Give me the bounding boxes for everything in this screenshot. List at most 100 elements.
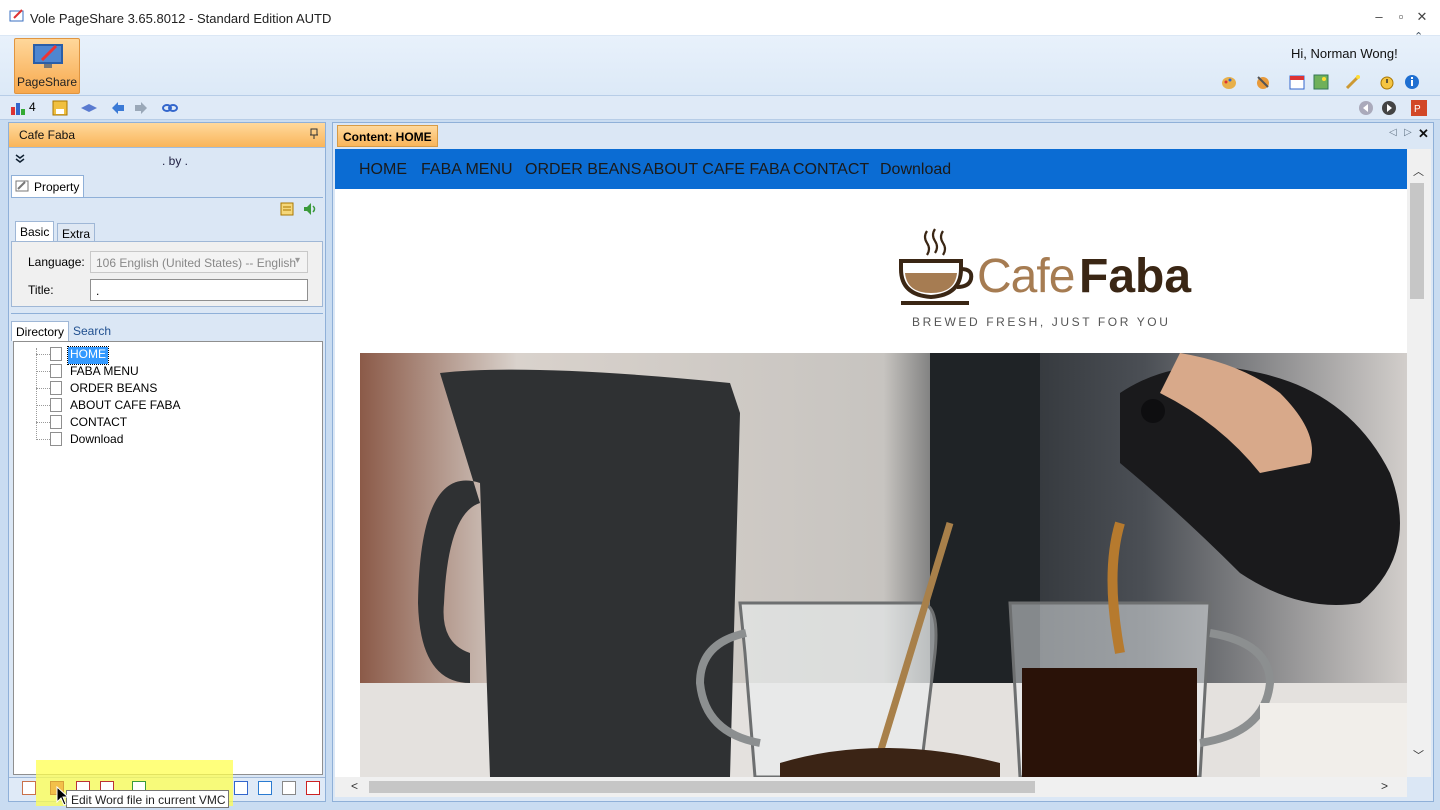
notes-icon[interactable] xyxy=(279,201,295,217)
info-icon[interactable] xyxy=(1404,73,1422,91)
stopwatch-icon[interactable] xyxy=(1378,73,1396,91)
tree-item[interactable]: FABA MENU xyxy=(68,364,141,381)
coffee-cup-logo-icon xyxy=(899,228,974,305)
site-author: . by . xyxy=(162,154,189,168)
site-stats-icon[interactable] xyxy=(10,100,26,116)
nav-link[interactable]: Download xyxy=(880,161,951,179)
scroll-thumb[interactable] xyxy=(1410,183,1424,299)
checklist-icon[interactable] xyxy=(234,781,248,795)
expand-chevron-icon[interactable] xyxy=(15,154,25,164)
scroll-left-icon[interactable]: < xyxy=(351,779,358,793)
dropdown-chevron-icon: ▾ xyxy=(295,255,301,266)
page-doc-icon xyxy=(50,398,62,412)
nav-link[interactable]: ORDER BEANS xyxy=(525,161,641,179)
tree-item[interactable]: HOME xyxy=(67,346,109,365)
tree-item[interactable]: ABOUT CAFE FABA xyxy=(68,398,182,415)
web-page-preview: HOME FABA MENU ORDER BEANS ABOUT CAFE FABA C… xyxy=(335,149,1407,777)
title-input[interactable]: . xyxy=(90,279,308,301)
calendar-icon[interactable] xyxy=(1288,73,1306,91)
property-toolbar xyxy=(11,197,323,219)
tree-connector xyxy=(36,405,50,406)
close-button[interactable]: ✕ xyxy=(1411,8,1433,26)
site-panel-header: Cafe Faba xyxy=(9,123,325,147)
tree-item[interactable]: Download xyxy=(68,432,125,449)
language-label: Language: xyxy=(28,255,85,269)
directory-tree: HOME FABA MENU ORDER BEANS ABOUT CAFE FABA C… xyxy=(13,341,323,775)
language-value: 106 English (United States) -- English xyxy=(96,256,297,270)
maximize-button[interactable]: ▫ xyxy=(1390,8,1412,26)
tab-extra[interactable]: Extra xyxy=(57,223,96,243)
scroll-up-icon[interactable]: ︿ xyxy=(1413,163,1424,179)
nav-link[interactable]: ABOUT CAFE FABA xyxy=(643,161,790,179)
page-doc-icon xyxy=(50,347,62,361)
prev-page-icon[interactable] xyxy=(1358,100,1374,116)
app-icon xyxy=(9,9,24,22)
hero-image xyxy=(360,353,1407,777)
tree-item[interactable]: CONTACT xyxy=(68,415,129,432)
next-page-icon[interactable] xyxy=(1381,100,1397,116)
page-doc-icon xyxy=(50,432,62,446)
logo-text-cafe: Cafe xyxy=(977,250,1075,303)
close-tab-icon[interactable]: ✕ xyxy=(1418,126,1429,142)
save-icon[interactable] xyxy=(52,100,68,116)
site-info-bar: . by . xyxy=(9,147,325,171)
tab-directory[interactable]: Directory xyxy=(11,321,70,341)
language-select[interactable]: 106 English (United States) -- English xyxy=(90,251,308,273)
tab-property[interactable]: Property xyxy=(11,175,84,197)
tab-scroll-left-icon[interactable]: ◁ xyxy=(1389,127,1397,138)
tab-directory-label: Directory xyxy=(16,325,65,339)
collapse-ribbon-button[interactable]: ⌃ xyxy=(1414,30,1423,43)
page-doc-icon xyxy=(50,381,62,395)
page-doc-icon xyxy=(50,415,62,429)
horizontal-scrollbar[interactable]: < > xyxy=(335,777,1407,797)
link-icon[interactable] xyxy=(162,100,178,116)
ribbon: PageShare ⌃ Hi, Norman Wong! xyxy=(0,31,1440,96)
page-icon[interactable] xyxy=(282,781,296,795)
tab-property-label: Property xyxy=(34,180,80,194)
wand-icon[interactable] xyxy=(1344,73,1362,91)
title-label: Title: xyxy=(28,283,54,297)
monitor-icon xyxy=(33,44,63,68)
tab-scroll-right-icon[interactable]: ▷ xyxy=(1404,127,1412,138)
user-greeting: Hi, Norman Wong! xyxy=(1291,46,1398,61)
pageshare-label: PageShare xyxy=(16,75,78,89)
site-count[interactable]: 4 xyxy=(29,100,36,116)
tree-connector xyxy=(36,439,50,440)
tree-item[interactable]: ORDER BEANS xyxy=(68,381,159,398)
tagline: BREWED FRESH, JUST FOR YOU xyxy=(912,315,1171,329)
page-doc-icon xyxy=(50,364,62,378)
tree-line xyxy=(36,348,37,440)
tab-search[interactable]: Search xyxy=(73,324,111,338)
tree-connector xyxy=(36,371,50,372)
hscroll-thumb[interactable] xyxy=(369,781,1035,793)
image-gallery-icon[interactable] xyxy=(1312,73,1330,91)
pageshare-button[interactable]: PageShare xyxy=(14,38,80,94)
tree-connector xyxy=(36,422,50,423)
globe-icon[interactable] xyxy=(258,781,272,795)
scroll-right-icon[interactable]: > xyxy=(1381,779,1388,793)
content-tab[interactable]: Content: HOME xyxy=(337,125,438,147)
nav-link[interactable]: CONTACT xyxy=(793,161,869,179)
powerpoint-icon[interactable]: P xyxy=(1410,99,1428,117)
pin-icon[interactable] xyxy=(309,128,319,140)
tab-basic[interactable]: Basic xyxy=(15,221,55,241)
forward-arrow-icon[interactable] xyxy=(133,100,149,116)
logo-text-faba: Faba xyxy=(1079,250,1192,303)
palette-icon[interactable] xyxy=(1220,73,1238,91)
back-arrow-icon[interactable] xyxy=(110,100,126,116)
property-icon xyxy=(15,180,29,192)
tab-basic-label: Basic xyxy=(20,225,50,239)
layers-icon[interactable] xyxy=(80,100,98,116)
vertical-scrollbar[interactable]: ︿ ﹀ xyxy=(1407,149,1431,777)
scroll-down-icon[interactable]: ﹀ xyxy=(1413,747,1424,763)
speaker-icon[interactable] xyxy=(302,201,318,217)
nav-link[interactable]: HOME xyxy=(359,161,407,179)
minimize-button[interactable]: – xyxy=(1368,8,1390,26)
tools-icon[interactable] xyxy=(1254,73,1272,91)
content-pane: Content: HOME ◁ ▷ ✕ HOME FABA MENU ORDER B… xyxy=(332,122,1434,802)
nav-link[interactable]: FABA MENU xyxy=(421,161,513,179)
tooltip: Edit Word file in current VMC xyxy=(66,790,229,808)
text-icon[interactable] xyxy=(306,781,320,795)
site-nav: HOME FABA MENU ORDER BEANS ABOUT CAFE FABA C… xyxy=(335,149,1407,189)
home-icon[interactable] xyxy=(22,781,36,795)
